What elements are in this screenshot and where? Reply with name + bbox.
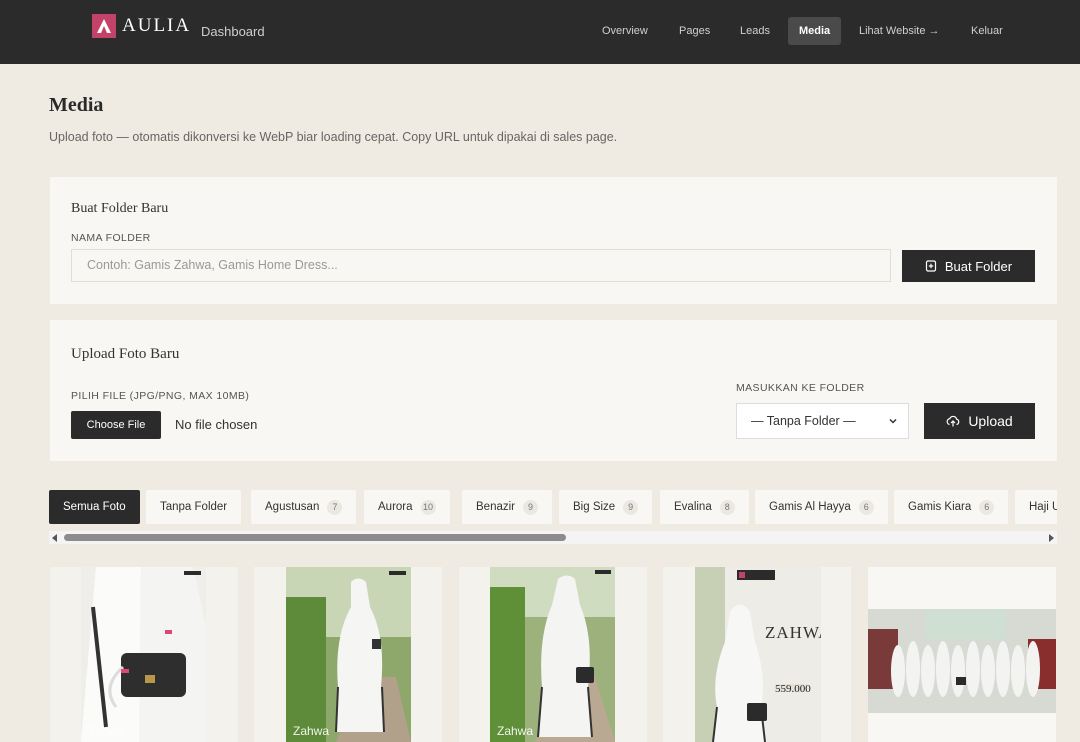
page-title: Media	[49, 94, 104, 116]
filter-label: Semua Foto	[63, 501, 126, 513]
filter-count: 6	[858, 499, 874, 515]
brand-name: AULIA	[122, 15, 192, 36]
target-folder-value: — Tanpa Folder —	[751, 414, 856, 428]
filter-count: 8	[719, 499, 735, 515]
filter-big-size[interactable]: Big Size 9	[559, 490, 653, 524]
filter-aurora[interactable]: Aurora 10	[364, 490, 450, 524]
media-item[interactable]: Zahwa	[254, 567, 442, 742]
media-photo: Zahwa	[286, 567, 411, 742]
create-folder-button-label: Buat Folder	[944, 258, 1013, 274]
nav-keluar[interactable]: Keluar	[960, 17, 1014, 45]
nav-pages[interactable]: Pages	[668, 17, 721, 45]
create-folder-button[interactable]: Buat Folder	[902, 250, 1035, 282]
filter-evalina[interactable]: Evalina 8	[660, 490, 749, 524]
media-photo: Zahwa	[81, 567, 206, 742]
file-status: No file chosen	[175, 417, 258, 432]
folder-filter-tabs: Semua Foto Tanpa Folder Agustusan 7 Auror…	[49, 490, 1057, 524]
upload-button[interactable]: Upload	[924, 403, 1035, 439]
filter-gamis-kiara[interactable]: Gamis Kiara 6	[894, 490, 1009, 524]
upload-button-label: Upload	[968, 413, 1013, 429]
folder-name-label: NAMA FOLDER	[71, 232, 151, 244]
scroll-thumb[interactable]	[64, 534, 566, 541]
choose-file-button[interactable]: Choose File	[71, 411, 161, 439]
poster-price: 559.000	[775, 683, 811, 695]
media-item[interactable]: ZAHWA 559.000	[663, 567, 851, 742]
filter-count: 9	[523, 499, 538, 515]
filter-semua-foto[interactable]: Semua Foto	[49, 490, 140, 524]
page-subtitle: Upload foto — otomatis dikonversi ke Web…	[49, 130, 618, 144]
filter-count: 7	[327, 499, 343, 515]
scroll-left-icon[interactable]	[52, 534, 57, 542]
filter-haji-umroh[interactable]: Haji U	[1015, 490, 1057, 524]
scroll-right-icon[interactable]	[1049, 534, 1054, 542]
target-folder-label: MASUKKAN KE FOLDER	[736, 382, 865, 394]
filter-scrollbar[interactable]	[49, 531, 1057, 544]
filter-agustusan[interactable]: Agustusan 7	[251, 490, 357, 524]
nav-overview[interactable]: Overview	[591, 17, 659, 45]
filter-label: Gamis Al Hayya	[769, 501, 851, 513]
brand-mark-icon	[92, 14, 116, 38]
create-folder-title: Buat Folder Baru	[71, 201, 169, 216]
filter-label: Evalina	[674, 501, 712, 513]
filter-benazir[interactable]: Benazir 9	[462, 490, 552, 524]
app-title: Dashboard	[201, 24, 265, 39]
filter-gamis-al-hayya[interactable]: Gamis Al Hayya 6	[755, 490, 888, 524]
filter-label: Tanpa Folder	[160, 501, 228, 513]
nav-media[interactable]: Media	[788, 17, 842, 45]
filter-label: Agustusan	[265, 501, 320, 513]
upload-card: Upload Foto Baru PILIH FILE (JPG/PNG, MA…	[50, 320, 1057, 461]
filter-tanpa-folder[interactable]: Tanpa Folder	[146, 490, 242, 524]
poster-title: ZAHWA	[765, 623, 821, 642]
target-folder-select[interactable]: — Tanpa Folder —	[736, 403, 909, 439]
media-photo: Zahwa	[490, 567, 615, 742]
folder-plus-icon	[925, 260, 936, 272]
cloud-upload-icon	[946, 415, 960, 427]
folder-name-input[interactable]: Contoh: Gamis Zahwa, Gamis Home Dress...	[71, 249, 891, 282]
chevron-down-icon	[889, 418, 897, 424]
filter-label: Big Size	[573, 501, 616, 513]
top-navbar: AULIA Dashboard Overview Pages Leads Med…	[0, 0, 1080, 64]
create-folder-card: Buat Folder Baru NAMA FOLDER Contoh: Gam…	[50, 177, 1057, 304]
filter-count: 10	[420, 499, 436, 515]
nav-leads[interactable]: Leads	[729, 17, 781, 45]
brand-logo[interactable]: AULIA	[92, 14, 191, 38]
filter-label: Haji U	[1029, 501, 1057, 513]
filter-count: 6	[979, 499, 995, 515]
media-caption: Zahwa	[293, 724, 330, 738]
media-photo: ZAHWA 559.000	[695, 567, 821, 742]
media-item[interactable]	[868, 567, 1056, 742]
filter-label: Benazir	[476, 501, 515, 513]
filter-label: Aurora	[378, 501, 413, 513]
media-item[interactable]: Zahwa	[459, 567, 647, 742]
nav-lihat-website[interactable]: Lihat Website →	[848, 17, 951, 45]
media-caption: Zahwa	[497, 724, 534, 738]
file-label: PILIH FILE (JPG/PNG, MAX 10MB)	[71, 390, 250, 402]
media-caption: Zahwa	[88, 724, 125, 738]
filter-label: Gamis Kiara	[908, 501, 972, 513]
media-item[interactable]: Zahwa	[50, 567, 238, 742]
upload-title: Upload Foto Baru	[71, 346, 180, 362]
filter-count: 9	[623, 499, 639, 515]
media-photo	[868, 609, 1056, 713]
